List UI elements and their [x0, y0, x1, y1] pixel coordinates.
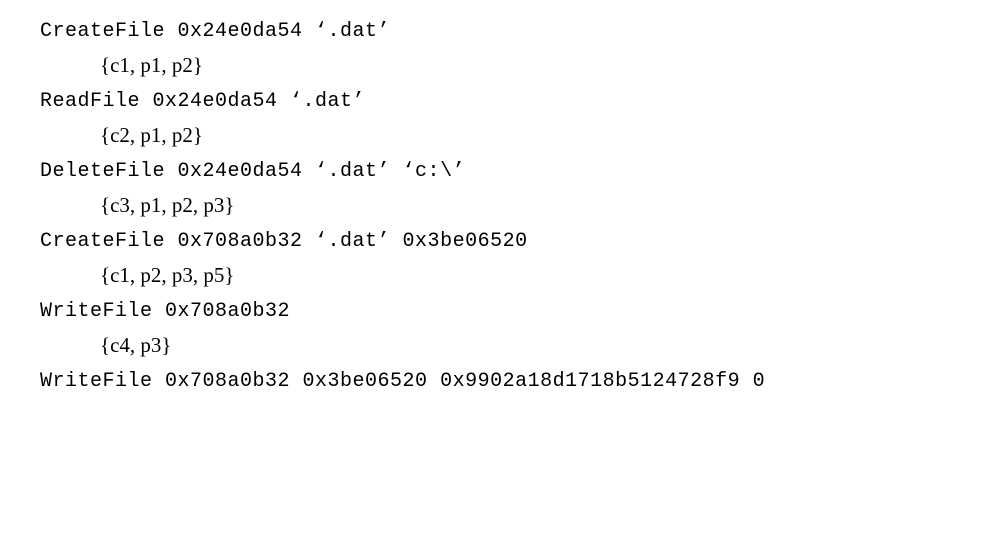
set-line: {c1, p2, p3, p5}: [100, 263, 959, 288]
log-line: CreateFile 0x708a0b32 ‘.dat’ 0x3be06520: [40, 230, 959, 253]
set-line: {c4, p3}: [100, 333, 959, 358]
log-line: WriteFile 0x708a0b32 0x3be06520 0x9902a1…: [40, 370, 959, 393]
set-line: {c1, p1, p2}: [100, 53, 959, 78]
set-line: {c2, p1, p2}: [100, 123, 959, 148]
log-line: WriteFile 0x708a0b32: [40, 300, 959, 323]
set-line: {c3, p1, p2, p3}: [100, 193, 959, 218]
log-line: DeleteFile 0x24e0da54 ‘.dat’ ‘c:\’: [40, 160, 959, 183]
log-line: ReadFile 0x24e0da54 ‘.dat’: [40, 90, 959, 113]
log-line: CreateFile 0x24e0da54 ‘.dat’: [40, 20, 959, 43]
